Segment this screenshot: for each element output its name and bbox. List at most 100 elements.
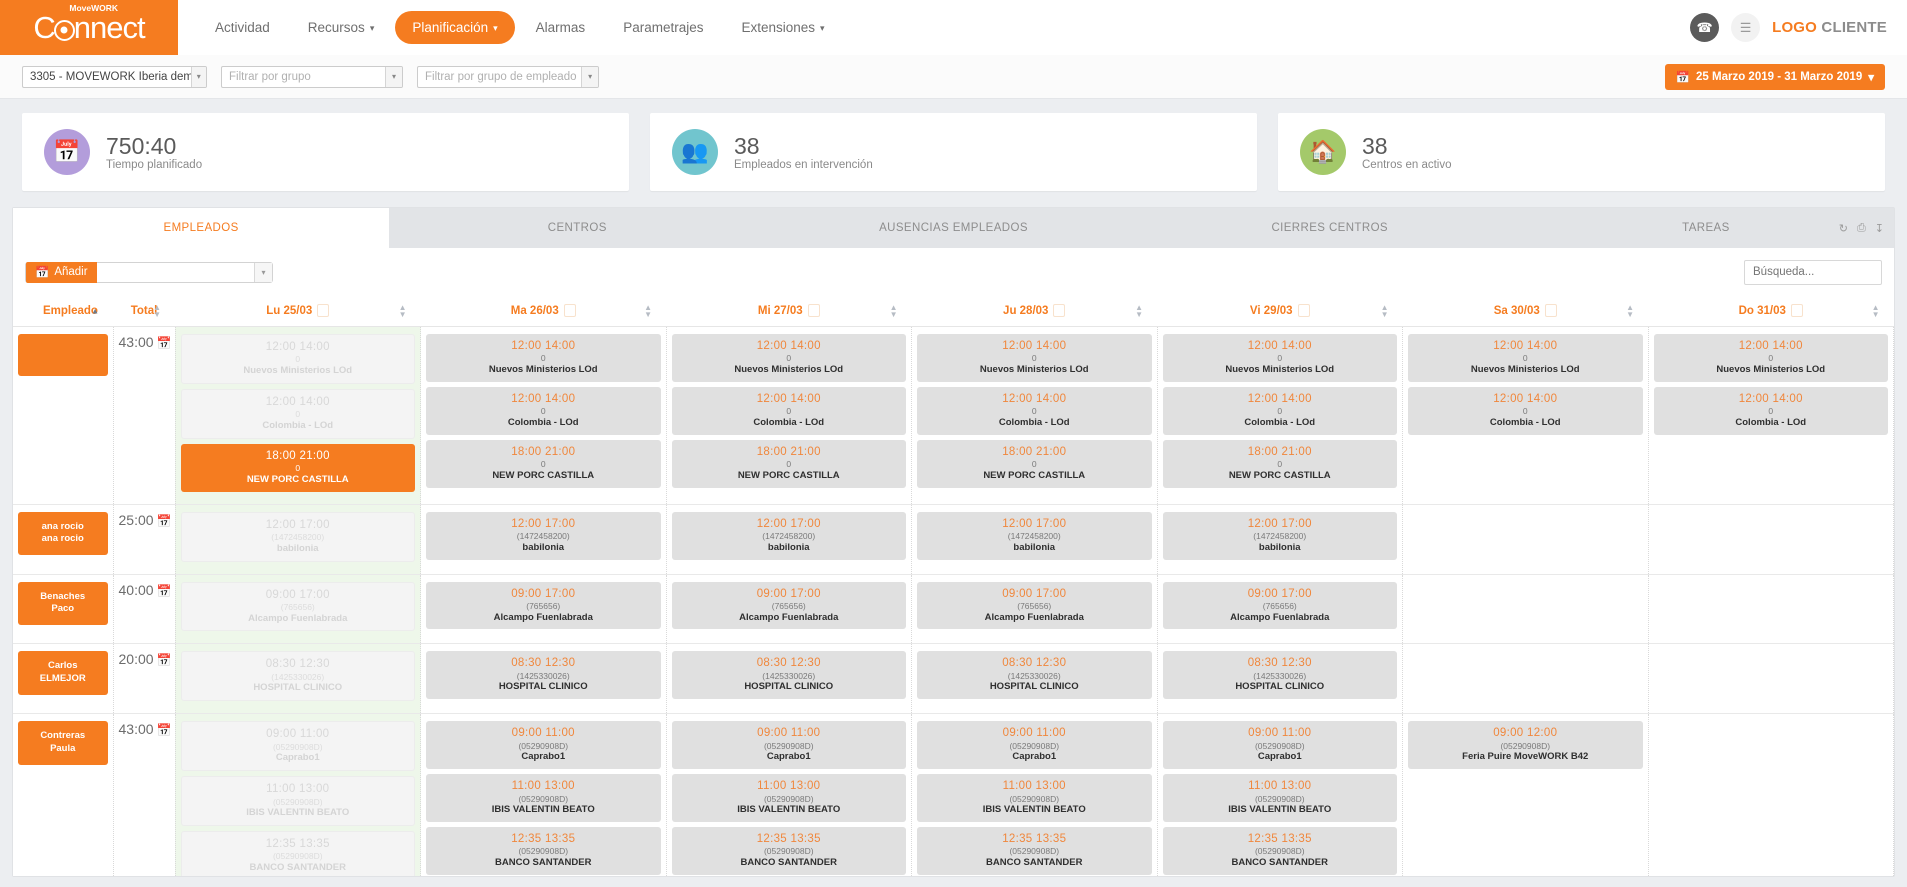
shift-block[interactable]: 11:00 13:00 (05290908D) IBIS VALENTIN BEAT… bbox=[426, 774, 661, 822]
sort-toggle-icon[interactable]: ▲ ▼ bbox=[1872, 303, 1880, 318]
add-button[interactable]: 📅 Añadir bbox=[26, 261, 97, 283]
day-cell-vi2903[interactable]: 09:00 11:00 (05290908D) Caprabo1 11:00 13:0… bbox=[1157, 713, 1403, 876]
phone-icon[interactable]: ☎ bbox=[1690, 13, 1720, 42]
day-cell-sa3003[interactable] bbox=[1402, 643, 1649, 715]
nav-item-alarmas[interactable]: Alarmas bbox=[519, 11, 603, 44]
shift-block[interactable]: 12:00 17:00 (1472458200) babilonia bbox=[180, 511, 415, 562]
day-note-icon[interactable] bbox=[317, 304, 330, 317]
shift-block[interactable]: 12:35 13:35 (05290908D) BANCO SANTANDER bbox=[426, 827, 661, 875]
day-cell-vi2903[interactable]: 12:00 17:00 (1472458200) babilonia bbox=[1157, 504, 1403, 575]
employee-group-filter-select[interactable]: Filtrar por grupo de empleado ▾ bbox=[417, 65, 599, 88]
tab-centros[interactable]: CENTROS bbox=[389, 208, 765, 248]
day-cell-sa3003[interactable]: 12:00 14:00 0 Nuevos Ministerios LOd 12:00 … bbox=[1402, 326, 1649, 505]
calendar-icon[interactable]: 📅 bbox=[157, 653, 172, 667]
shift-block[interactable]: 09:00 11:00 (05290908D) Caprabo1 bbox=[917, 721, 1152, 770]
shift-block[interactable]: 12:00 17:00 (1472458200) babilonia bbox=[426, 511, 661, 560]
tab-empleados[interactable]: EMPLEADOS bbox=[13, 208, 390, 248]
shift-block[interactable]: 18:00 21:00 0 NEW PORC CASTILLA bbox=[1162, 439, 1397, 488]
shift-block[interactable]: 09:00 12:00 (05290908D) Feria Puire MoveWO… bbox=[1408, 721, 1643, 770]
day-cell-mi2703[interactable]: 08:30 12:30 (1425330026) HOSPITAL CLINICO bbox=[666, 643, 912, 715]
shift-block[interactable]: 18:00 21:00 0 NEW PORC CASTILLA bbox=[426, 439, 661, 488]
shift-block[interactable]: 12:00 14:00 0 Nuevos Ministerios LOd bbox=[1653, 334, 1888, 382]
shift-block[interactable]: 09:00 17:00 (765656) Alcampo Fuenlabrada bbox=[426, 581, 661, 630]
download-icon[interactable]: ↧ bbox=[1875, 222, 1884, 235]
hamburger-menu-icon[interactable]: ☰ bbox=[1731, 13, 1761, 42]
column-header-empleado[interactable]: Empleado ▲ bbox=[13, 296, 113, 327]
day-cell-vi2903[interactable]: 09:00 17:00 (765656) Alcampo Fuenlabrada bbox=[1157, 574, 1403, 645]
add-dropdown-toggle[interactable]: ▾ bbox=[254, 262, 272, 282]
shift-block[interactable]: 12:35 13:35 (05290908D) BANCO SANTANDER bbox=[917, 827, 1152, 875]
calendar-icon[interactable]: 📅 bbox=[157, 514, 172, 528]
day-cell-ma2603[interactable]: 08:30 12:30 (1425330026) HOSPITAL CLINICO bbox=[420, 643, 667, 715]
shift-block[interactable]: 12:00 14:00 0 Colombia - LOd bbox=[1653, 386, 1888, 435]
sort-toggle-icon[interactable]: ▲ ▼ bbox=[1381, 303, 1389, 318]
shift-block[interactable]: 12:00 17:00 (1472458200) babilonia bbox=[1162, 511, 1397, 560]
company-select[interactable]: 3305 - MOVEWORK Iberia demo ▾ bbox=[22, 65, 207, 88]
shift-block[interactable]: 09:00 11:00 (05290908D) Caprabo1 bbox=[1162, 721, 1397, 770]
day-cell-do3103[interactable] bbox=[1648, 643, 1894, 715]
day-cell-ma2603[interactable]: 12:00 14:00 0 Nuevos Ministerios LOd 12:00 … bbox=[420, 326, 667, 505]
day-cell-ma2603[interactable]: 09:00 11:00 (05290908D) Caprabo1 11:00 13:0… bbox=[420, 713, 667, 876]
print-icon[interactable]: ⎙ bbox=[1857, 222, 1866, 235]
sort-toggle-icon[interactable]: ▲ ▼ bbox=[153, 303, 161, 318]
shift-block[interactable]: 09:00 17:00 (765656) Alcampo Fuenlabrada bbox=[917, 581, 1152, 630]
shift-block[interactable]: 12:35 13:35 (05290908D) BANCO SANTANDER bbox=[1162, 827, 1397, 875]
day-note-icon[interactable] bbox=[1790, 304, 1803, 317]
column-header-lu-25-03[interactable]: Lu 25/03 ▲ ▼ bbox=[175, 296, 421, 327]
shift-block[interactable]: 11:00 13:00 (05290908D) IBIS VALENTIN BEAT… bbox=[180, 776, 415, 826]
shift-block[interactable]: 12:35 13:35 (05290908D) BANCO SANTANDER bbox=[671, 827, 906, 875]
column-header-ma-26-03[interactable]: Ma 26/03 ▲ ▼ bbox=[420, 296, 666, 327]
calendar-icon[interactable]: 📅 bbox=[157, 336, 172, 350]
column-header-total[interactable]: Total ▲ ▼ bbox=[113, 296, 175, 327]
day-cell-vi2903[interactable]: 12:00 14:00 0 Nuevos Ministerios LOd 12:00 … bbox=[1157, 326, 1403, 505]
shift-block[interactable]: 12:00 14:00 0 Nuevos Ministerios LOd bbox=[1408, 334, 1643, 382]
search-input[interactable] bbox=[1744, 259, 1882, 285]
schedule-grid-scroll-area[interactable]: Empleado ▲ Total ▲ ▼ Lu 25/03 ▲ ▼ Ma 26/… bbox=[13, 296, 1894, 876]
calendar-icon[interactable]: 📅 bbox=[157, 584, 172, 598]
shift-block[interactable]: 12:00 14:00 0 Colombia - LOd bbox=[1162, 386, 1397, 435]
day-cell-vi2903[interactable]: 08:30 12:30 (1425330026) HOSPITAL CLINICO bbox=[1157, 643, 1403, 715]
sort-toggle-icon[interactable]: ▲ ▼ bbox=[1626, 303, 1634, 318]
shift-block[interactable]: 12:00 14:00 0 Nuevos Ministerios LOd bbox=[1162, 334, 1397, 382]
day-cell-lu2503[interactable]: 12:00 17:00 (1472458200) babilonia bbox=[175, 504, 421, 575]
shift-block[interactable]: 12:00 17:00 (1472458200) babilonia bbox=[671, 511, 906, 560]
sort-ascending-icon[interactable]: ▲ bbox=[91, 307, 99, 315]
calendar-icon[interactable]: 📅 bbox=[157, 723, 172, 737]
shift-block[interactable]: 08:30 12:30 (1425330026) HOSPITAL CLINICO bbox=[671, 651, 906, 700]
day-note-icon[interactable] bbox=[563, 304, 576, 317]
shift-block[interactable]: 08:30 12:30 (1425330026) HOSPITAL CLINICO bbox=[1162, 651, 1397, 700]
shift-block[interactable]: 09:00 11:00 (05290908D) Caprabo1 bbox=[426, 721, 661, 770]
tab-cierres-centros[interactable]: CIERRES CENTROS bbox=[1142, 208, 1518, 248]
employee-name-badge[interactable]: Carlos ELMEJOR bbox=[18, 651, 108, 695]
day-cell-lu2503[interactable]: 09:00 17:00 (765656) Alcampo Fuenlabrada bbox=[175, 574, 421, 645]
shift-block[interactable]: 12:00 14:00 0 Colombia - LOd bbox=[917, 386, 1152, 435]
day-note-icon[interactable] bbox=[807, 304, 820, 317]
day-cell-sa3003[interactable]: 09:00 12:00 (05290908D) Feria Puire MoveWO… bbox=[1402, 713, 1649, 876]
column-header-vi-29-03[interactable]: Vi 29/03 ▲ ▼ bbox=[1157, 296, 1403, 327]
column-header-do-31-03[interactable]: Do 31/03 ▲ ▼ bbox=[1648, 296, 1894, 327]
shift-block[interactable]: 12:00 14:00 0 Colombia - LOd bbox=[671, 386, 906, 435]
day-cell-ma2603[interactable]: 12:00 17:00 (1472458200) babilonia bbox=[420, 504, 667, 575]
day-cell-ju2803[interactable]: 08:30 12:30 (1425330026) HOSPITAL CLINICO bbox=[911, 643, 1158, 715]
refresh-icon[interactable]: ↻ bbox=[1839, 222, 1848, 235]
day-note-icon[interactable] bbox=[1053, 304, 1066, 317]
day-cell-do3103[interactable] bbox=[1648, 574, 1894, 645]
date-range-picker[interactable]: 📅 25 Marzo 2019 - 31 Marzo 2019 ▾ bbox=[1664, 63, 1885, 90]
employee-name-badge[interactable] bbox=[18, 334, 108, 376]
nav-item-planificacion[interactable]: Planificación ▾ bbox=[395, 11, 515, 44]
day-cell-sa3003[interactable] bbox=[1402, 504, 1649, 575]
shift-block[interactable]: 11:00 13:00 (05290908D) IBIS VALENTIN BEAT… bbox=[1162, 774, 1397, 822]
shift-block[interactable]: 11:00 13:00 (05290908D) IBIS VALENTIN BEAT… bbox=[671, 774, 906, 822]
shift-block[interactable]: 12:00 14:00 0 Colombia - LOd bbox=[180, 388, 415, 439]
shift-block[interactable]: 12:00 14:00 0 Nuevos Ministerios LOd bbox=[426, 334, 661, 382]
shift-block[interactable]: 18:00 21:00 0 NEW PORC CASTILLA bbox=[671, 439, 906, 488]
shift-block[interactable]: 12:00 14:00 0 Nuevos Ministerios LOd bbox=[917, 334, 1152, 382]
day-note-icon[interactable] bbox=[1297, 304, 1310, 317]
employee-name-badge[interactable]: Contreras Paula bbox=[18, 721, 108, 765]
day-cell-do3103[interactable] bbox=[1648, 504, 1894, 575]
shift-block[interactable]: 18:00 21:00 0 NEW PORC CASTILLA bbox=[917, 439, 1152, 488]
employee-name-badge[interactable]: Benaches Paco bbox=[18, 581, 108, 626]
sort-toggle-icon[interactable]: ▲ ▼ bbox=[890, 303, 898, 318]
shift-block[interactable]: 08:30 12:30 (1425330026) HOSPITAL CLINICO bbox=[180, 651, 415, 702]
shift-block[interactable]: 09:00 11:00 (05290908D) Caprabo1 bbox=[671, 721, 906, 770]
